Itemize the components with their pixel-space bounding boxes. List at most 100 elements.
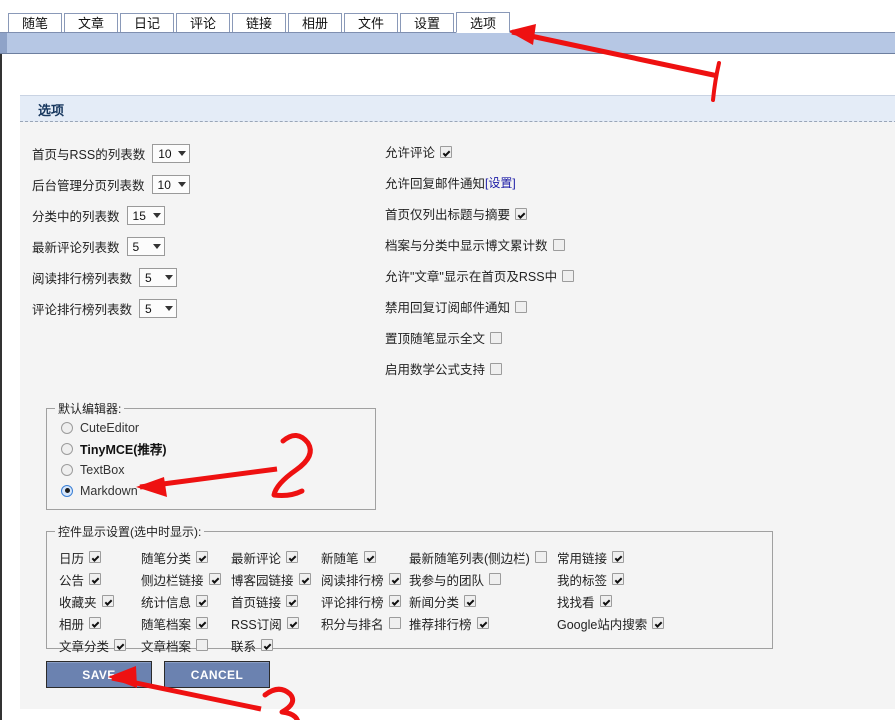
tab-6[interactable]: 相册: [288, 13, 342, 33]
tab-3[interactable]: 日记: [120, 13, 174, 33]
tab-9[interactable]: 选项: [456, 12, 510, 33]
widget-cell[interactable]: 最新评论: [231, 548, 321, 567]
widget-checkbox[interactable]: [612, 573, 625, 585]
widget-label: 随笔档案: [141, 617, 192, 632]
widget-checkbox[interactable]: [534, 551, 547, 563]
widget-checkbox[interactable]: [89, 573, 102, 585]
tab-5[interactable]: 链接: [232, 13, 286, 33]
widget-checkbox[interactable]: [388, 595, 401, 607]
widget-label: 最新随笔列表(侧边栏): [409, 551, 530, 566]
widget-checkbox[interactable]: [464, 595, 477, 607]
count-select[interactable]: 5: [139, 299, 178, 318]
editor-choice-row[interactable]: CuteEditor: [47, 417, 375, 438]
widget-cell[interactable]: 我参与的团队: [409, 570, 557, 589]
widget-cell[interactable]: 新闻分类: [409, 592, 557, 611]
widget-cell[interactable]: 新随笔: [321, 548, 409, 567]
settings-link[interactable]: [设置]: [485, 174, 516, 191]
widget-cell[interactable]: 公告: [59, 570, 141, 589]
widget-cell[interactable]: 日历: [59, 548, 141, 567]
option-checkbox[interactable]: [552, 238, 565, 251]
editor-radio[interactable]: [61, 484, 73, 497]
widget-checkbox[interactable]: [388, 617, 401, 629]
widget-checkbox[interactable]: [114, 639, 127, 651]
widget-label: 常用链接: [557, 551, 608, 566]
save-button[interactable]: SAVE: [46, 661, 152, 688]
widget-cell[interactable]: 随笔档案: [141, 614, 231, 633]
option-checkbox[interactable]: [562, 269, 575, 282]
widget-checkbox[interactable]: [261, 639, 274, 651]
option-label: 首页仅列出标题与摘要: [385, 208, 511, 222]
options-panel: 选项 首页与RSS的列表数 10 后台管理分页列表数 10 分类中的列表数 15 最新评论列…: [20, 95, 895, 709]
cancel-button[interactable]: CANCEL: [164, 661, 270, 688]
widget-cell[interactable]: 随笔分类: [141, 548, 231, 567]
widget-checkbox[interactable]: [286, 551, 299, 563]
widget-checkbox[interactable]: [196, 595, 209, 607]
widget-cell[interactable]: 找找看: [557, 592, 687, 611]
widget-cell[interactable]: 相册: [59, 614, 141, 633]
widget-checkbox[interactable]: [388, 573, 401, 585]
count-select[interactable]: 15: [126, 206, 165, 225]
editor-radio[interactable]: [61, 421, 73, 434]
count-setting-row: 后台管理分页列表数 10: [32, 169, 190, 200]
editor-radio[interactable]: [61, 463, 73, 476]
editor-choice-row[interactable]: TextBox: [47, 459, 375, 480]
option-checkbox[interactable]: [490, 331, 503, 344]
widget-checkbox[interactable]: [89, 617, 102, 629]
widget-cell[interactable]: 阅读排行榜: [321, 570, 409, 589]
editor-choice-row[interactable]: Markdown: [47, 480, 375, 501]
count-setting-label: 后台管理分页列表数: [32, 179, 145, 193]
editor-radio[interactable]: [61, 442, 73, 455]
option-checkbox[interactable]: [490, 362, 503, 375]
option-checkbox[interactable]: [515, 300, 528, 313]
widget-cell[interactable]: 常用链接: [557, 548, 687, 567]
widget-cell[interactable]: RSS订阅: [231, 614, 321, 633]
count-select[interactable]: 5: [139, 268, 178, 287]
widget-cell[interactable]: 文章分类: [59, 636, 141, 655]
widget-cell[interactable]: 评论排行榜: [321, 592, 409, 611]
option-row: 允许回复邮件通知 [设置]: [385, 167, 574, 198]
tab-2[interactable]: 文章: [64, 13, 118, 33]
widget-checkbox[interactable]: [599, 595, 612, 607]
widget-checkbox[interactable]: [89, 551, 102, 563]
widget-cell[interactable]: Google站内搜索: [557, 614, 687, 633]
widget-cell[interactable]: 文章档案: [141, 636, 231, 655]
widget-checkbox[interactable]: [196, 639, 209, 651]
widget-cell[interactable]: 博客园链接: [231, 570, 321, 589]
widget-checkbox[interactable]: [298, 573, 311, 585]
widget-cell[interactable]: 我的标签: [557, 570, 687, 589]
widget-checkbox[interactable]: [363, 551, 376, 563]
tab-7[interactable]: 文件: [344, 13, 398, 33]
count-setting-label: 分类中的列表数: [32, 210, 120, 224]
widget-checkbox[interactable]: [208, 573, 221, 585]
widget-checkbox[interactable]: [476, 617, 489, 629]
widget-cell[interactable]: 收藏夹: [59, 592, 141, 611]
widget-checkbox[interactable]: [196, 551, 209, 563]
chevron-down-icon: [165, 306, 174, 311]
widget-cell[interactable]: 积分与排名: [321, 614, 409, 633]
widget-cell[interactable]: 侧边栏链接: [141, 570, 231, 589]
widget-cell[interactable]: 推荐排行榜: [409, 614, 557, 633]
widget-cell[interactable]: 最新随笔列表(侧边栏): [409, 548, 557, 567]
option-checkbox[interactable]: [440, 145, 453, 158]
option-checkbox[interactable]: [515, 207, 528, 220]
widget-cell[interactable]: 统计信息: [141, 592, 231, 611]
tab-1[interactable]: 随笔: [8, 13, 62, 33]
count-select[interactable]: 10: [151, 175, 190, 194]
widget-cell[interactable]: 首页链接: [231, 592, 321, 611]
default-editor-fieldset: 默认编辑器: CuteEditor TinyMCE(推荐) TextBox Markd…: [46, 400, 376, 510]
widget-checkbox[interactable]: [286, 617, 299, 629]
count-select[interactable]: 10: [152, 144, 191, 163]
widget-checkbox[interactable]: [196, 617, 209, 629]
tab-list: 随笔 文章 日记 评论 链接 相册 文件 设置 选项: [8, 12, 512, 33]
widget-checkbox[interactable]: [612, 551, 625, 563]
count-select[interactable]: 5: [126, 237, 165, 256]
widget-checkbox[interactable]: [286, 595, 299, 607]
widget-cell[interactable]: 联系: [231, 636, 321, 655]
widget-label: 我的标签: [557, 573, 608, 588]
editor-choice-row[interactable]: TinyMCE(推荐): [47, 438, 375, 459]
widget-checkbox[interactable]: [652, 617, 665, 629]
widget-checkbox[interactable]: [101, 595, 114, 607]
tab-4[interactable]: 评论: [176, 13, 230, 33]
tab-8[interactable]: 设置: [400, 13, 454, 33]
widget-checkbox[interactable]: [489, 573, 502, 585]
